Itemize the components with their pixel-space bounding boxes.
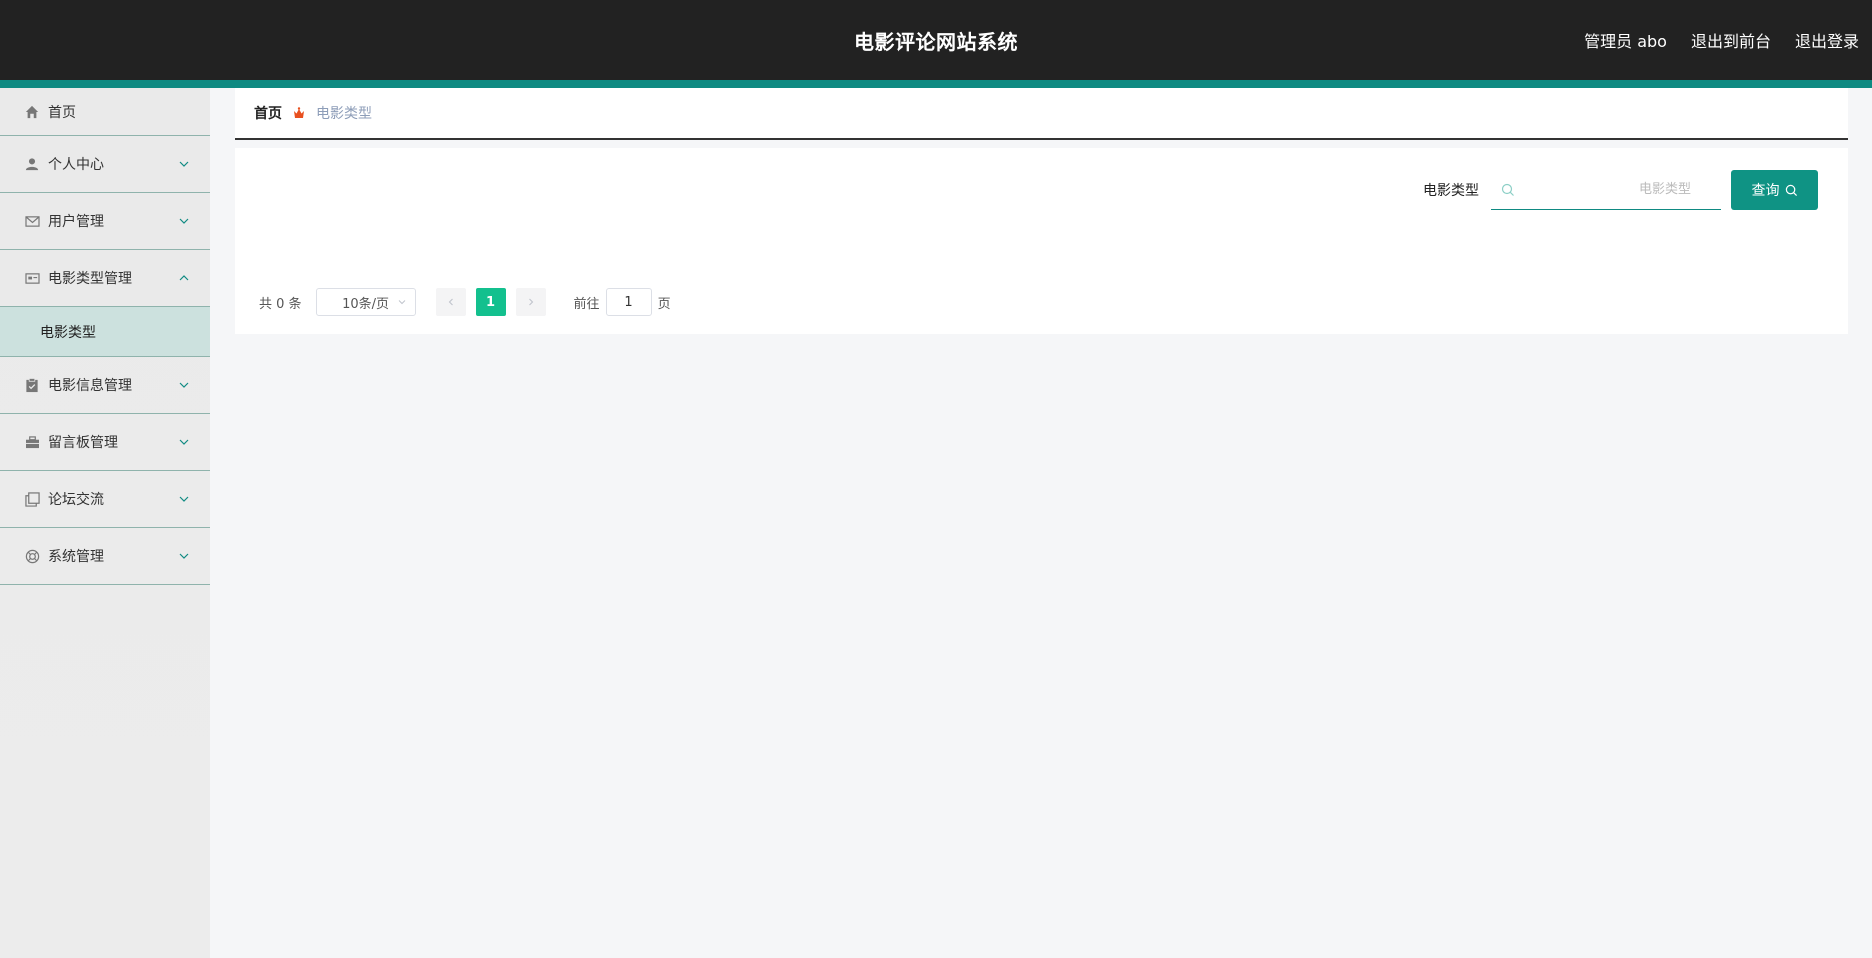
sidebar: 首页 个人中心 用户管理 电影类型管理 电影类型 电影信息管理 留言板管理 论坛… [0,88,210,958]
sidebar-item-label: 论坛交流 [48,492,104,508]
total-count: 共 0 条 [259,296,302,312]
sidebar-subitem-movie-type[interactable]: 电影类型 [0,307,210,357]
query-button-label: 查询 [1751,183,1780,199]
search-field [1491,170,1721,210]
home-icon [24,104,40,120]
sidebar-item-forum[interactable]: 论坛交流 [0,471,210,528]
crown-icon [292,106,306,120]
chevron-down-icon [179,553,189,559]
mail-icon [24,213,40,229]
query-button[interactable]: 查询 [1731,170,1818,210]
goto-label: 前往 [573,296,600,312]
sidebar-item-message-board-management[interactable]: 留言板管理 [0,414,210,471]
chevron-down-icon [179,382,189,388]
lifebuoy-icon [24,548,40,564]
current-user[interactable]: 管理员 abo [1584,28,1667,52]
sidebar-item-label: 个人中心 [48,157,104,173]
sidebar-item-movie-type-management[interactable]: 电影类型管理 [0,250,210,307]
page-size-select[interactable]: 10条/页 [315,288,416,316]
search-label: 电影类型 [1423,183,1479,199]
chevron-down-icon [179,161,189,167]
search-icon [1501,183,1514,196]
pagination: 共 0 条 10条/页 1 前往 页 [259,288,671,316]
sidebar-item-label: 用户管理 [48,214,104,230]
chevron-right-icon [528,298,533,306]
chevron-up-icon [179,275,189,281]
content-panel: 电影类型 查询 共 0 条 10条/页 1 前往 页 [235,148,1848,334]
breadcrumb-home[interactable]: 首页 [254,103,282,123]
id-card-icon [24,270,40,286]
breadcrumb-current: 电影类型 [316,106,372,122]
sidebar-item-system-management[interactable]: 系统管理 [0,528,210,585]
chevron-down-icon [179,439,189,445]
sidebar-item-movie-info-management[interactable]: 电影信息管理 [0,357,210,414]
chevron-down-icon [179,496,189,502]
chevron-down-icon [179,218,189,224]
prev-page-button[interactable] [435,288,466,316]
sidebar-item-label: 留言板管理 [48,435,118,451]
search-input[interactable] [1491,170,1721,209]
sidebar-item-label: 系统管理 [48,549,104,565]
sidebar-subitem-label: 电影类型 [40,324,96,341]
header-actions: 管理员 abo 退出到前台 退出登录 [1584,28,1859,52]
logout-link[interactable]: 退出登录 [1795,28,1859,52]
goto-page: 前往 页 [574,288,671,316]
breadcrumb: 首页 电影类型 [235,88,1848,140]
briefcase-icon [24,434,40,450]
sidebar-item-label: 电影类型管理 [48,271,132,287]
copy-icon [24,491,40,507]
sidebar-item-label: 电影信息管理 [48,378,132,394]
sidebar-item-label: 首页 [48,104,76,121]
header-accent-bar [0,80,1872,88]
page-number-button[interactable]: 1 [475,288,506,316]
chevron-down-icon [398,300,405,305]
top-header: 电影评论网站系统 管理员 abo 退出到前台 退出登录 [0,0,1872,80]
sidebar-item-personal-center[interactable]: 个人中心 [0,136,210,193]
user-icon [24,156,40,172]
exit-to-frontend-link[interactable]: 退出到前台 [1691,28,1771,52]
goto-page-input[interactable] [605,288,652,316]
search-form: 电影类型 查询 [1423,170,1818,210]
sidebar-item-user-management[interactable]: 用户管理 [0,193,210,250]
goto-suffix: 页 [657,296,671,312]
clipboard-icon [24,377,40,393]
page-size-value: 10条/页 [342,296,390,312]
sidebar-item-home[interactable]: 首页 [0,88,210,136]
chevron-left-icon [448,298,453,306]
next-page-button[interactable] [515,288,546,316]
search-icon [1785,184,1797,196]
